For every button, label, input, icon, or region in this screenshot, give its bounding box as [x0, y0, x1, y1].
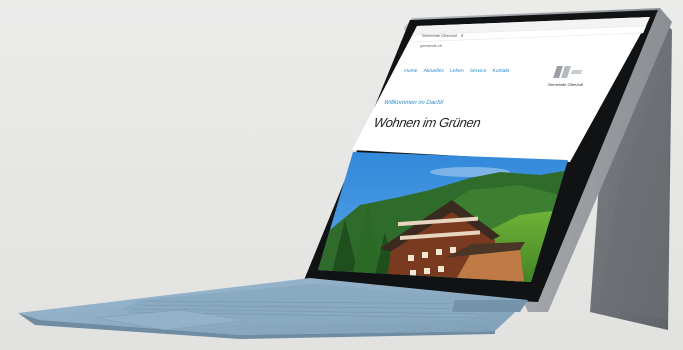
- photo-scene: [18, 8, 672, 339]
